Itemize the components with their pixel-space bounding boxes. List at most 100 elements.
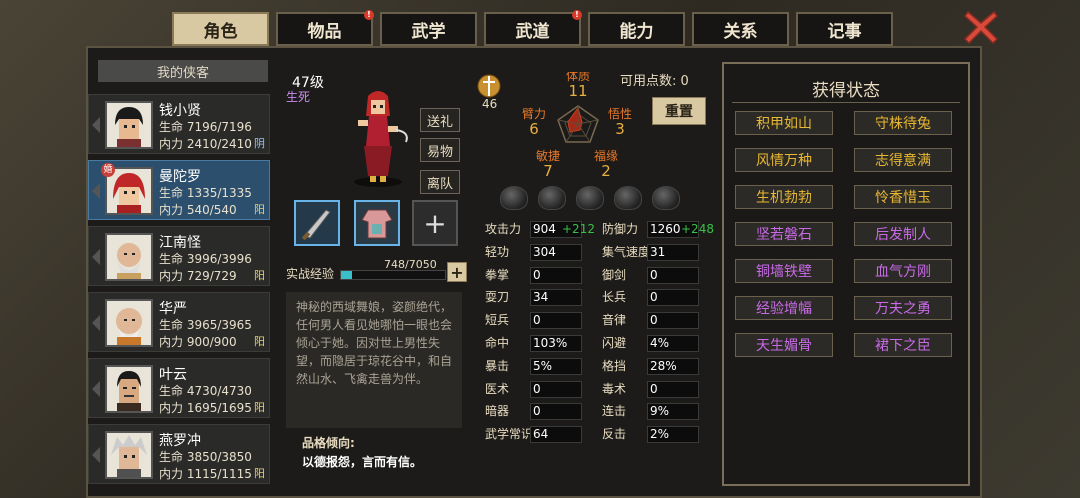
hero-mp: 内力 540/540 [159, 203, 237, 217]
tab-journal[interactable]: 记事 [796, 12, 893, 46]
tab-label: 物品 [307, 21, 342, 42]
status-chip[interactable]: 万夫之勇 [854, 296, 952, 320]
chevron-left-icon [92, 447, 100, 463]
hero-item[interactable]: 钱小贤 生命 7196/7196 内力 2410/2410 阴 [88, 94, 270, 154]
status-chip[interactable]: 怜香惜玉 [854, 185, 952, 209]
tab-relations[interactable]: 关系 [692, 12, 789, 46]
stat-row: 拳掌 0 [482, 266, 582, 285]
status-chip[interactable]: 守株待兔 [854, 111, 952, 135]
orb-slot[interactable] [500, 186, 528, 210]
hero-hp: 生命 3850/3850 [159, 450, 252, 464]
hero-item-selected[interactable]: 婚 曼陀罗 生命 1335/1335 内力 540/540 阳 [88, 160, 270, 220]
exp-bar [340, 270, 446, 280]
tab-label: 记事 [827, 21, 862, 42]
stat-label: 攻击力 [485, 222, 522, 236]
add-item-slot[interactable]: + [412, 200, 458, 246]
radar-label-constitution: 体质 11 [566, 72, 590, 100]
hero-name: 燕罗冲 [159, 433, 201, 449]
radar-label-agility: 敏捷 7 [536, 148, 560, 180]
orb-slot[interactable] [652, 186, 680, 210]
hero-item[interactable]: 叶云 生命 4730/4730 内力 1695/1695 阳 [88, 358, 270, 418]
hero-item[interactable]: 燕罗冲 生命 3850/3850 内力 1115/1115 阳 [88, 424, 270, 484]
stat-row: 格挡 28% [599, 357, 699, 376]
stat-value: 0 [647, 289, 699, 307]
weapon-slot[interactable] [294, 200, 340, 246]
tab-abilities[interactable]: 能力 [588, 12, 685, 46]
alert-badge: ! [572, 10, 582, 20]
tab-martial-way[interactable]: 武道! [484, 10, 582, 46]
status-chip[interactable]: 裙下之臣 [854, 333, 952, 357]
stat-row: 短兵 0 [482, 311, 582, 330]
hero-item[interactable]: 华严 生命 3965/3965 内力 900/900 阳 [88, 292, 270, 352]
stat-value: 0 [647, 380, 699, 398]
trait-title: 品格倾向: [302, 436, 355, 450]
stat-value: 0 [530, 312, 582, 330]
tab-label: 武道 [515, 21, 550, 42]
exp-add-button[interactable]: + [447, 262, 467, 282]
status-chip[interactable]: 生机勃勃 [735, 185, 833, 209]
stat-value: 0 [530, 266, 582, 284]
stat-label: 反击 [602, 427, 627, 442]
status-chip[interactable]: 后发制人 [854, 222, 952, 246]
close-icon[interactable] [962, 8, 1000, 46]
tab-martial-arts[interactable]: 武学 [380, 12, 477, 46]
rank-value: 46 [482, 97, 498, 111]
svg-text:6: 6 [529, 120, 539, 138]
tab-label: 角色 [203, 21, 238, 42]
stat-value: 0 [530, 403, 582, 421]
status-chip[interactable]: 积甲如山 [735, 111, 833, 135]
svg-text:敏捷: 敏捷 [536, 148, 560, 163]
hero-alignment: 阳 [254, 401, 265, 414]
stat-value: 0 [647, 312, 699, 330]
status-chip[interactable]: 经验增幅 [735, 296, 833, 320]
dismiss-button[interactable]: 离队 [420, 170, 460, 194]
status-chip[interactable]: 铜墙铁壁 [735, 259, 833, 283]
stat-row: 集气速度 31 [599, 243, 699, 262]
dagger-icon [301, 209, 331, 241]
orb-slot[interactable] [538, 186, 566, 210]
stat-value: 28% [647, 357, 699, 375]
marriage-badge: 婚 [101, 163, 115, 177]
orb-slot[interactable] [576, 186, 604, 210]
svg-text:悟性: 悟性 [608, 106, 632, 121]
status-chip[interactable]: 志得意满 [854, 148, 952, 172]
reset-button[interactable]: 重置 [652, 97, 706, 125]
hero-hp: 生命 4730/4730 [159, 384, 252, 398]
radar-label-insight: 悟性 3 [608, 106, 632, 138]
hero-item[interactable]: 江南怪 生命 3996/3996 内力 729/729 阳 [88, 226, 270, 286]
status-chip[interactable]: 坚若磐石 [735, 222, 833, 246]
avatar [105, 431, 153, 479]
stat-value: 31 [647, 243, 699, 261]
hero-mp: 内力 2410/2410 [159, 137, 252, 151]
status-chip[interactable]: 血气方刚 [854, 259, 952, 283]
armor-slot[interactable] [354, 200, 400, 246]
trade-button[interactable]: 易物 [420, 138, 460, 162]
radar-label-fortune: 福缘 2 [594, 148, 618, 180]
exp-label: 实战经验 [286, 267, 335, 281]
avatar [105, 233, 153, 281]
stat-label: 御剑 [602, 267, 627, 282]
stat-row: 暗器 0 [482, 402, 582, 421]
tab-character[interactable]: 角色 [172, 12, 269, 46]
stat-label: 音律 [602, 313, 627, 328]
stat-label: 武学常识 [485, 427, 534, 442]
character-sprite [354, 91, 408, 187]
svg-text:11: 11 [568, 82, 587, 100]
svg-text:7: 7 [543, 162, 553, 180]
character-description: 神秘的西域舞娘，姿颜绝代，任何男人看见她哪怕一眼也会倾心于她。因对世上男性失望，… [286, 292, 462, 428]
chevron-left-icon [92, 117, 100, 133]
stat-label: 格挡 [602, 358, 627, 373]
hero-mp: 内力 1115/1115 [159, 467, 252, 481]
status-chip[interactable]: 天生媚骨 [735, 333, 833, 357]
tab-items[interactable]: 物品! [276, 10, 374, 46]
stat-label: 集气速度 [602, 244, 651, 259]
stat-row: 毒术 0 [599, 380, 699, 399]
stat-label: 医术 [485, 381, 510, 396]
svg-text:2: 2 [601, 162, 611, 180]
stat-label: 暴击 [485, 358, 510, 373]
gift-button[interactable]: 送礼 [420, 108, 460, 132]
stat-label: 短兵 [485, 313, 510, 328]
status-chip[interactable]: 风情万种 [735, 148, 833, 172]
orb-slot[interactable] [614, 186, 642, 210]
svg-text:3: 3 [615, 120, 625, 138]
